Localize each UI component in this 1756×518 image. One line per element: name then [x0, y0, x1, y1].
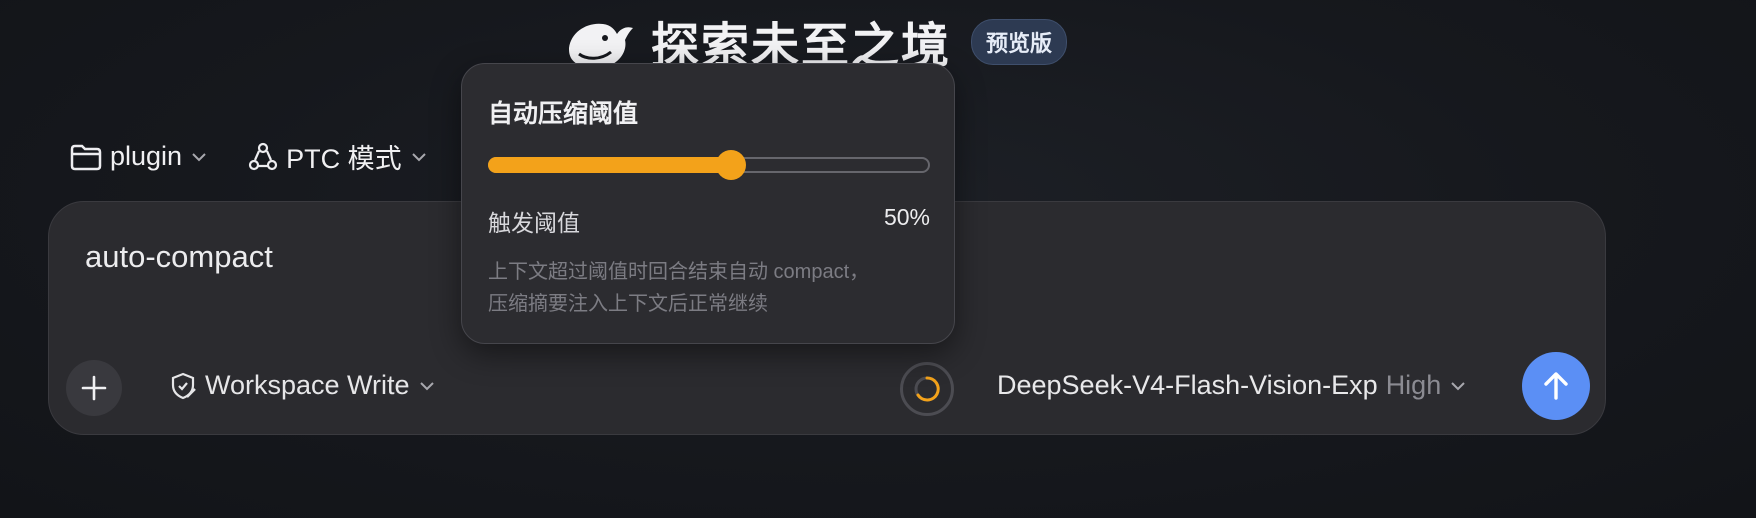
folder-selector[interactable]: plugin	[70, 141, 208, 172]
nodes-icon	[248, 142, 278, 170]
plus-icon	[81, 375, 107, 401]
chevron-down-icon	[411, 152, 426, 161]
send-button[interactable]	[1522, 352, 1590, 420]
permission-selector[interactable]: Workspace Write	[169, 370, 436, 401]
preview-badge: 预览版	[971, 19, 1068, 65]
trigger-threshold-value: 50%	[883, 204, 930, 230]
chevron-down-icon	[192, 152, 206, 161]
chevron-down-icon	[419, 381, 434, 390]
arrow-up-icon	[1544, 372, 1568, 400]
threshold-slider[interactable]	[488, 150, 930, 180]
model-name: DeepSeek-V4-Flash-Vision-Exp	[997, 370, 1378, 400]
composer-toolbar: plugin PTC 模式	[70, 137, 428, 176]
add-attachment-button[interactable]	[66, 360, 122, 416]
model-effort-level: High	[1385, 370, 1442, 400]
mode-label: PTC 模式	[286, 144, 402, 174]
mode-selector[interactable]: PTC 模式	[248, 137, 428, 176]
permission-label: Workspace Write	[205, 370, 410, 400]
popover-title: 自动压缩阈值	[488, 100, 639, 128]
popover-description: 上下文超过阈值时回合结束自动 compact， 压缩摘要注入上下文后正常继续	[488, 256, 928, 320]
model-selector[interactable]: DeepSeek-V4-Flash-Vision-Exp High	[997, 370, 1467, 401]
auto-compact-popover: 自动压缩阈值 触发阈值 50% 上下文超过阈值时回合结束自动 compact， …	[461, 63, 955, 344]
description-line-1: 上下文超过阈值时回合结束自动 compact，	[488, 261, 870, 283]
slider-fill	[488, 157, 731, 173]
context-usage-button[interactable]	[900, 362, 954, 416]
description-line-2: 压缩摘要注入上下文后正常继续	[488, 293, 768, 315]
folder-label: plugin	[110, 141, 183, 171]
chevron-down-icon	[1451, 381, 1465, 390]
progress-ring-icon	[914, 376, 940, 402]
slider-thumb[interactable]	[716, 150, 746, 180]
shield-edit-icon	[171, 372, 196, 399]
folder-icon	[70, 144, 102, 170]
trigger-threshold-label: 触发阈值	[488, 210, 580, 236]
